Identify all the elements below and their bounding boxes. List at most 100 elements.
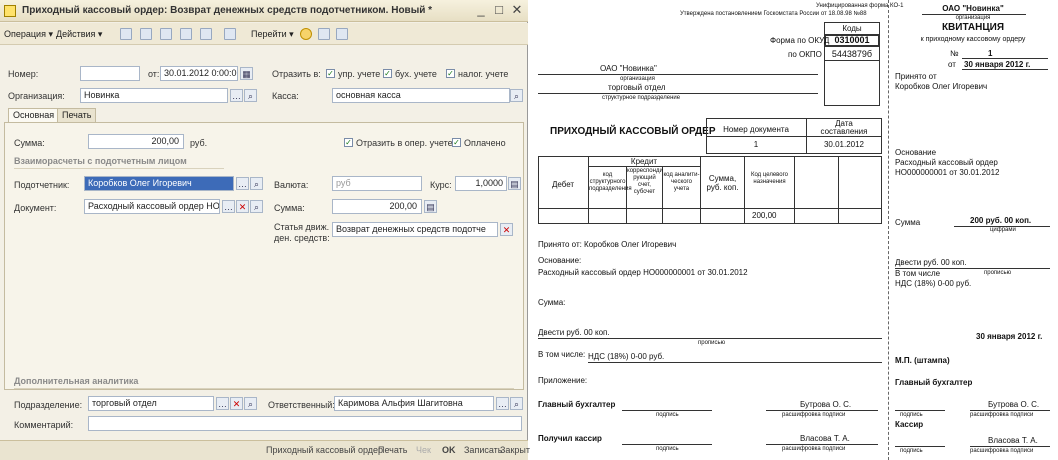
search-icon[interactable]: ⌕: [510, 397, 523, 410]
upr-label: упр. учете: [338, 69, 381, 79]
table-icon[interactable]: [318, 28, 330, 40]
nal-label: налог. учете: [458, 69, 509, 79]
goto-menu[interactable]: Перейти ▾: [251, 28, 294, 40]
tab-main[interactable]: Основная: [8, 108, 60, 122]
comment-field[interactable]: [88, 416, 522, 431]
doc-label: Документ:: [14, 203, 57, 213]
new-document-icon[interactable]: [160, 28, 172, 40]
receipt-to-order: к приходному кассовому ордеру: [920, 36, 1026, 43]
cash-field[interactable]: основная касса: [332, 88, 510, 103]
calculator-icon[interactable]: ▤: [424, 200, 437, 213]
sign-caption: подпись: [656, 446, 679, 452]
settings-icon[interactable]: [336, 28, 348, 40]
structure-icon[interactable]: [224, 28, 236, 40]
receipt-cashier-label: Кассир: [895, 420, 924, 429]
section-divider: [14, 168, 224, 169]
date-from-label: от:: [148, 69, 160, 79]
copy-icon[interactable]: [120, 28, 132, 40]
debit-label: Дебет: [551, 180, 575, 189]
clear-icon[interactable]: ✕: [500, 223, 513, 236]
select-doc-button[interactable]: …: [222, 200, 235, 213]
select-dept-button[interactable]: …: [216, 397, 229, 410]
person-field[interactable]: Коробков Олег Игоревич: [84, 176, 234, 191]
col-purpose: Код целевого назначения: [750, 172, 789, 185]
search-icon[interactable]: ⌕: [244, 397, 257, 410]
print-button[interactable]: Печать: [378, 445, 407, 455]
select-resp-button[interactable]: …: [496, 397, 509, 410]
words-caption: прописью: [698, 340, 726, 346]
tab-print[interactable]: Печать: [57, 108, 97, 122]
basis-value: Расходный кассовый ордер НО000000001 от …: [538, 268, 748, 277]
buh-checkbox[interactable]: ✓: [383, 69, 392, 78]
sum-label: Сумма:: [538, 298, 566, 307]
rate-field[interactable]: 1,0000: [455, 176, 507, 191]
col-analytic: код аналити- ческого учета: [663, 172, 700, 192]
search-icon[interactable]: ⌕: [244, 89, 257, 102]
document-icon: [4, 5, 16, 17]
clear-icon[interactable]: ✕: [230, 397, 243, 410]
search-icon[interactable]: ⌕: [510, 89, 523, 102]
clear-icon[interactable]: ✕: [236, 200, 249, 213]
receipt-cashier-name: Власова Т. А.: [988, 436, 1038, 445]
chief-name: Бутрова О. С.: [800, 400, 852, 409]
receipt-basis-1: Расходный кассовый ордер: [895, 158, 998, 167]
operation-menu[interactable]: Операция ▾: [4, 28, 53, 40]
receipt-chief-label: Главный бухгалтер: [895, 378, 973, 387]
search-icon[interactable]: ⌕: [250, 200, 263, 213]
calendar-icon[interactable]: ▦: [240, 67, 253, 80]
oper-checkbox[interactable]: ✓: [344, 138, 353, 147]
reflect-label: Отразить в:: [272, 69, 321, 79]
sum-field[interactable]: 200,00: [88, 134, 184, 149]
receipt-date-2: 30 января 2012 г.: [976, 332, 1043, 341]
help-icon[interactable]: [300, 28, 312, 40]
calculator-icon[interactable]: ▤: [508, 177, 521, 190]
date-field[interactable]: 30.01.2012 0:00:00: [160, 66, 238, 81]
printed-form: Унифицированная форма КО-1 Утверждена по…: [530, 0, 1058, 460]
ok-button[interactable]: OK: [442, 445, 456, 455]
window-titlebar: Приходный кассовый ордер: Возврат денежн…: [0, 0, 528, 22]
col-code-struct: код структурного подразделения: [589, 172, 632, 192]
resp-label: Ответственный:: [268, 400, 335, 410]
number-field[interactable]: [80, 66, 140, 81]
doc-field[interactable]: Расходный кассовый ордер НОО: [84, 199, 220, 214]
sum2-field[interactable]: 200,00: [332, 199, 422, 214]
receipt-org-caption: организация: [955, 15, 991, 21]
receipt-date: 30 января 2012 г.: [964, 60, 1031, 69]
select-person-button[interactable]: …: [236, 177, 249, 190]
actions-menu[interactable]: Действия ▾: [56, 28, 102, 40]
col-corr: корреспонди рующий счет, субсчет: [627, 168, 663, 195]
delete-icon[interactable]: [140, 28, 152, 40]
sign-caption: подпись: [656, 412, 679, 418]
select-org-button[interactable]: …: [230, 89, 243, 102]
decode-caption: расшифровка подписи: [782, 412, 846, 418]
number-label: Номер:: [8, 69, 39, 79]
maximize-button[interactable]: □: [492, 3, 506, 17]
search-icon[interactable]: ⌕: [250, 177, 263, 190]
tree-icon[interactable]: [180, 28, 192, 40]
window-title: Приходный кассовый ордер: Возврат денежн…: [22, 5, 433, 16]
receipt-sign-caption: подпись: [900, 448, 923, 454]
form-dept: торговый отдел: [608, 83, 666, 92]
minimize-button[interactable]: _: [474, 3, 488, 17]
person-label: Подотчетник:: [14, 180, 70, 190]
section-divider: [14, 388, 514, 389]
article-field[interactable]: Возврат денежных средств подотче: [332, 222, 498, 237]
org-field[interactable]: Новинка: [80, 88, 228, 103]
receipt-stamp: М.П. (штампа): [895, 356, 950, 365]
article-label-2: ден. средств:: [274, 233, 330, 243]
check-button[interactable]: Чек: [416, 445, 431, 455]
paid-checkbox[interactable]: ✓: [452, 138, 461, 147]
save-button[interactable]: Записать: [464, 445, 502, 455]
chief-label: Главный бухгалтер: [538, 400, 616, 409]
toolbar: Операция ▾ Действия ▾ Перейти ▾: [0, 23, 528, 45]
receipt-basis-label: Основание: [895, 148, 937, 157]
upr-checkbox[interactable]: ✓: [326, 69, 335, 78]
nal-checkbox[interactable]: ✓: [446, 69, 455, 78]
refresh-icon[interactable]: [200, 28, 212, 40]
receipt-words: Двести руб. 00 коп.: [895, 258, 967, 267]
currency-field[interactable]: руб: [332, 176, 422, 191]
pko-print-button[interactable]: Приходный кассовый ордер: [266, 445, 383, 455]
dept-field[interactable]: торговый отдел: [88, 396, 214, 411]
close-button[interactable]: ✕: [510, 3, 524, 17]
resp-field[interactable]: Каримова Альфия Шагитовна: [334, 396, 494, 411]
